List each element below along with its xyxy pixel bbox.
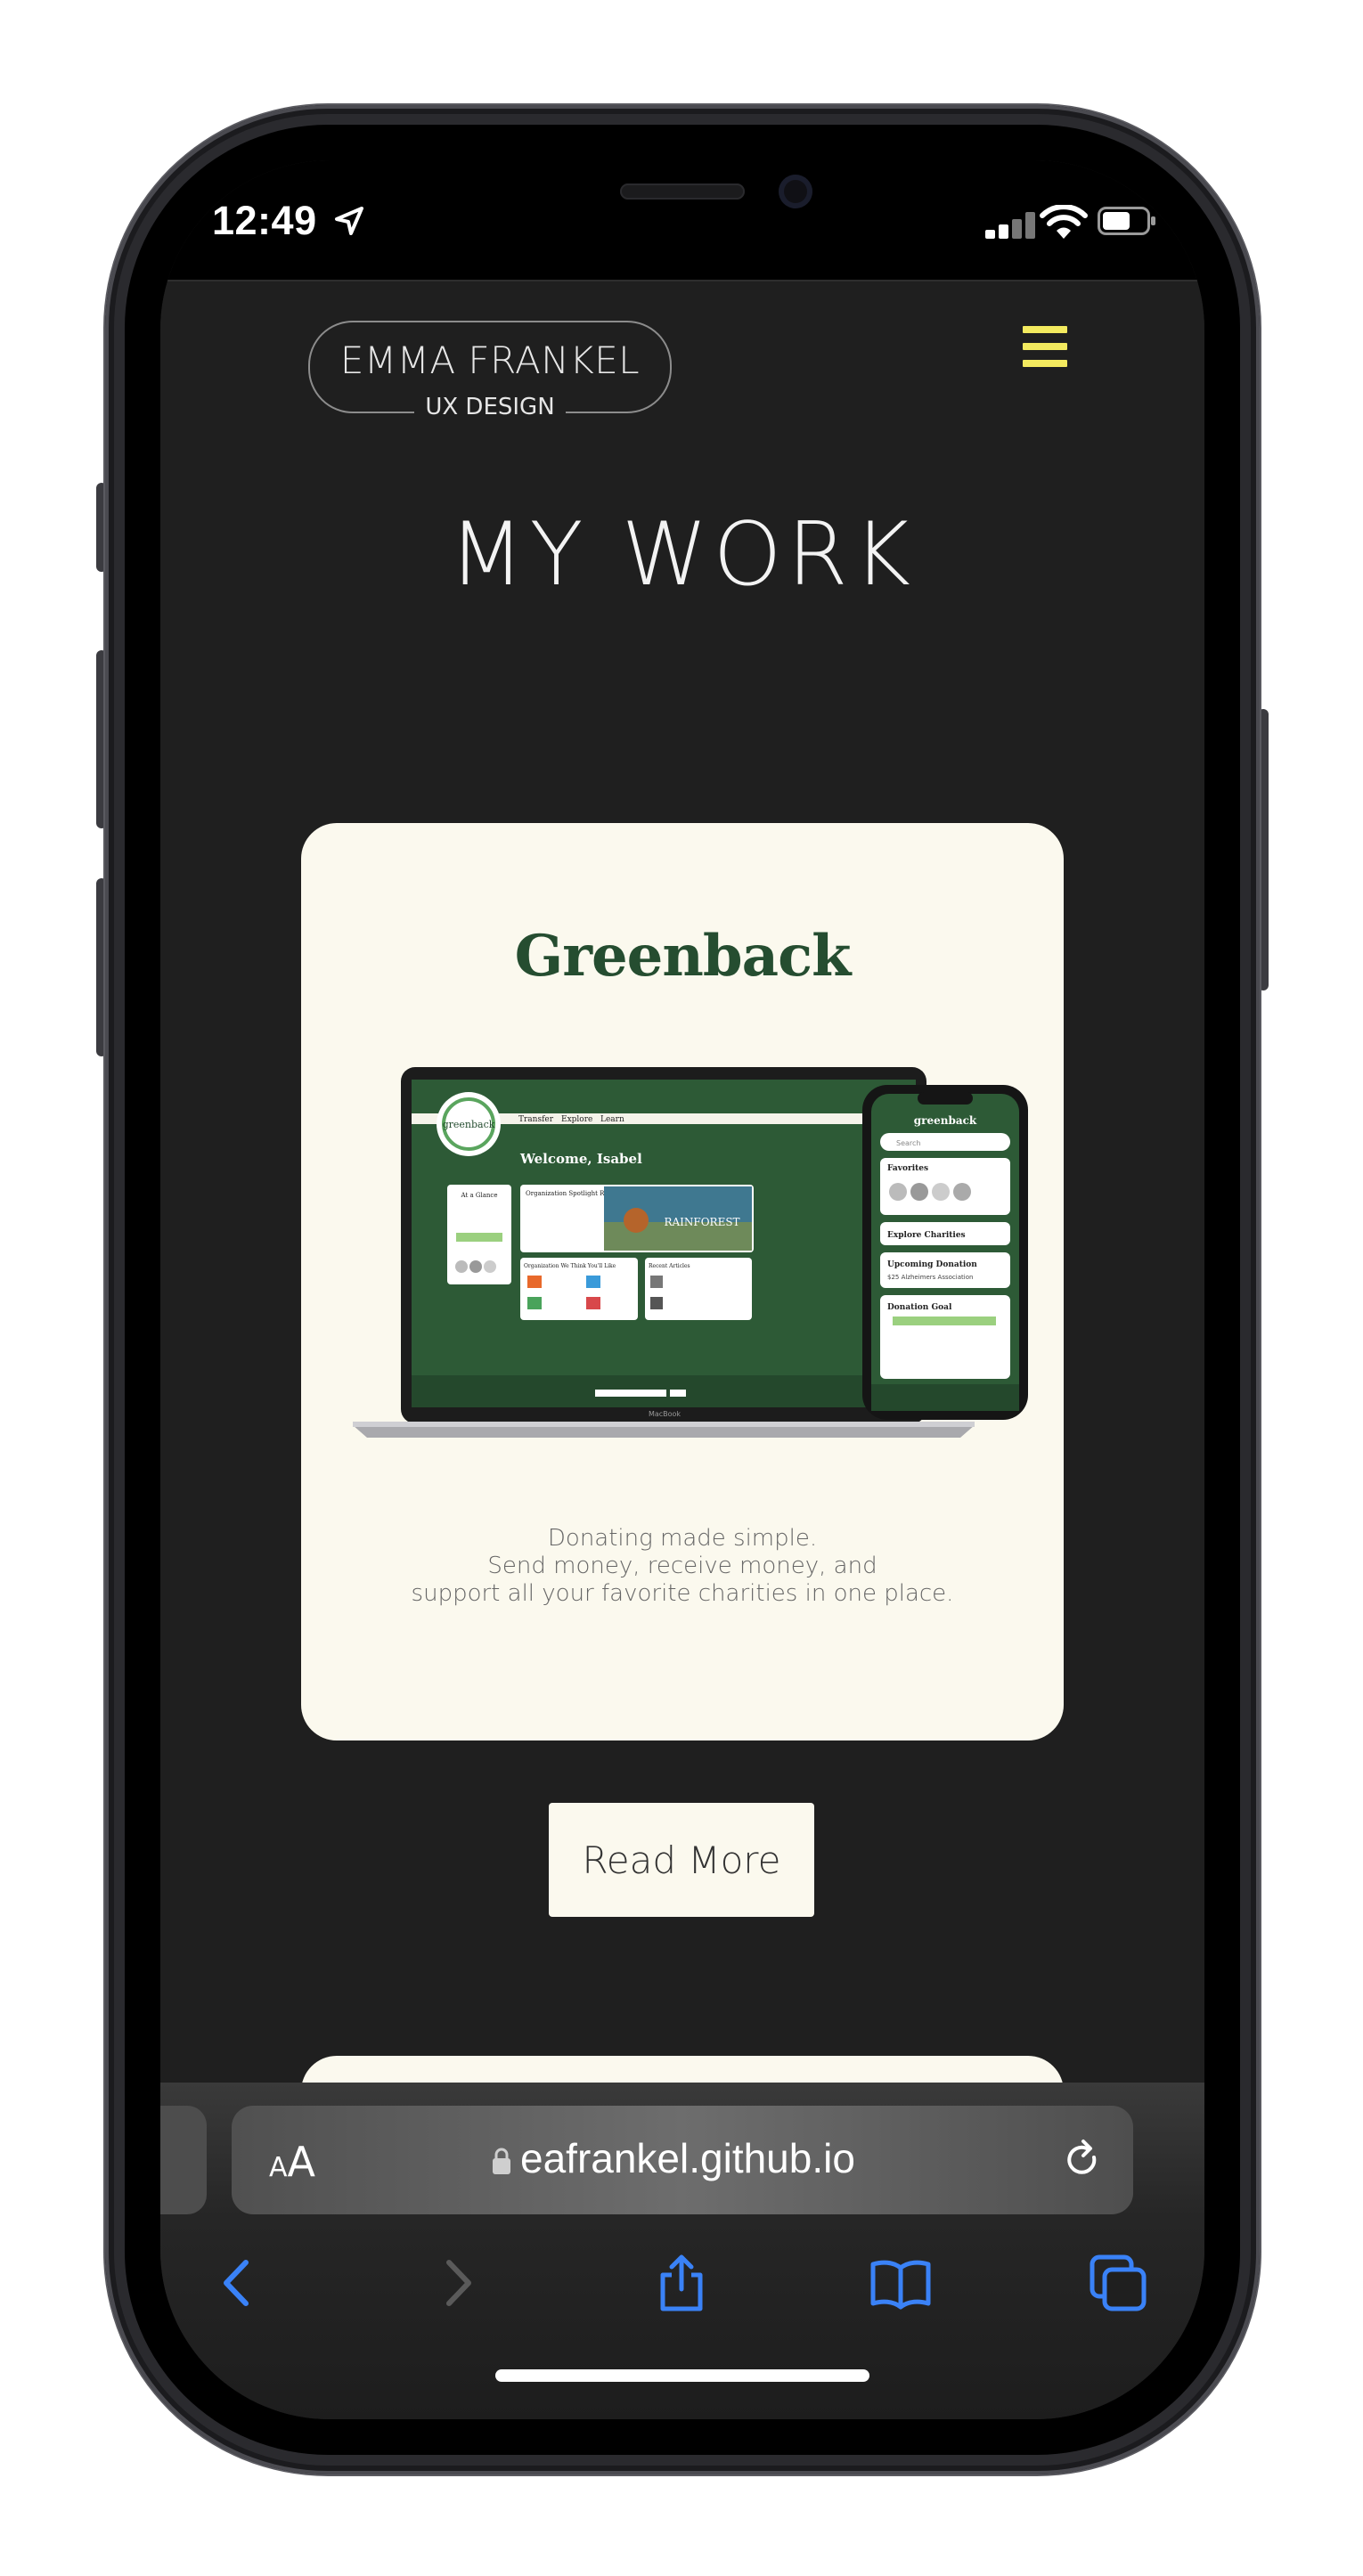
- read-more-button[interactable]: Read More: [549, 1803, 814, 1917]
- project-description-line: support all your favorite charities in o…: [411, 1580, 954, 1607]
- greenback-device-mockup-image: greenback Transfer Explore Learn Welcome…: [353, 1067, 1028, 1438]
- text-size-small-a: A: [269, 2152, 288, 2183]
- logo-name: EMMA FRANKEL: [339, 338, 641, 382]
- mockup-phone-explore: Explore Charities: [887, 1231, 966, 1240]
- mockup-brand: greenback: [443, 1119, 495, 1130]
- site-logo[interactable]: EMMA FRANKEL UX DESIGN: [308, 321, 672, 420]
- text-size-big-a: A: [287, 2138, 315, 2186]
- cellular-signal-icon: [985, 212, 1039, 239]
- phone-screen: 12:49 EMMA FRANKEL UX DESIGN MY WORK Gre…: [160, 160, 1204, 2419]
- mockup-phone-upcoming-sub: $25 Alzheimers Association: [887, 1274, 973, 1281]
- lock-icon: [493, 2148, 510, 2174]
- status-time: 12:49: [212, 198, 317, 243]
- location-arrow-icon: [335, 207, 363, 235]
- previous-tab-preview[interactable]: [160, 2106, 207, 2214]
- mockup-nav-transfer: Transfer: [518, 1115, 554, 1124]
- project-card-greenback[interactable]: Greenback greenback Transfer Explore Lea…: [301, 823, 1064, 1740]
- mockup-phone-favorites: Favorites: [887, 1164, 928, 1173]
- address-bar[interactable]: AA eafrankel.github.io: [232, 2106, 1133, 2214]
- back-icon[interactable]: [207, 2252, 269, 2314]
- url-text: eafrankel.github.io: [520, 2134, 855, 2182]
- home-indicator[interactable]: [495, 2369, 869, 2382]
- front-camera: [779, 175, 812, 208]
- status-bar: 12:49: [160, 160, 1204, 280]
- hamburger-menu-icon[interactable]: [1023, 326, 1067, 367]
- mockup-phone-goal: Donation Goal: [887, 1303, 952, 1312]
- share-icon[interactable]: [650, 2252, 713, 2314]
- mockup-rainforest: RAINFOREST: [664, 1216, 739, 1228]
- svg-text:greenback: greenback: [914, 1114, 977, 1127]
- reload-icon[interactable]: [1060, 2138, 1105, 2182]
- mockup-articles: Recent Articles: [649, 1263, 690, 1269]
- mockup-nav-learn: Learn: [600, 1115, 624, 1124]
- safari-nav-toolbar: [160, 2252, 1204, 2341]
- tabs-icon[interactable]: [1087, 2252, 1149, 2314]
- text-size-button[interactable]: AA: [269, 2138, 315, 2186]
- logo-subtitle-text: UX DESIGN: [414, 394, 566, 420]
- mockup-nav-explore: Explore: [561, 1115, 592, 1124]
- camera-notch: [401, 160, 964, 246]
- mockup-orgs: Organization We Think You'll Like: [524, 1263, 616, 1269]
- mockup-phone-upcoming: Upcoming Donation: [887, 1260, 977, 1269]
- battery-icon: [1098, 207, 1155, 235]
- wifi-icon: [1040, 205, 1088, 239]
- project-description: Donating made simple. Send money, receiv…: [301, 1525, 1064, 1608]
- project-description-line: Donating made simple.: [547, 1525, 818, 1552]
- bookmarks-icon[interactable]: [869, 2252, 932, 2314]
- mockup-glance: At a Glance: [461, 1192, 498, 1199]
- project-title: Greenback: [514, 923, 852, 990]
- forward-icon[interactable]: [426, 2252, 488, 2314]
- page-title: MY WORK: [449, 504, 916, 606]
- mockup-phone-search: Search: [896, 1139, 920, 1147]
- url-value: eafrankel.github.io: [520, 2135, 855, 2181]
- project-description-line: Send money, receive money, and: [487, 1553, 877, 1579]
- logo-subtitle: UX DESIGN: [310, 394, 670, 420]
- earpiece-speaker: [620, 183, 745, 200]
- mockup-welcome: Welcome, Isabel: [519, 1151, 642, 1167]
- mockup-laptop-label: MacBook: [649, 1410, 681, 1418]
- site-header: EMMA FRANKEL UX DESIGN: [160, 280, 1204, 424]
